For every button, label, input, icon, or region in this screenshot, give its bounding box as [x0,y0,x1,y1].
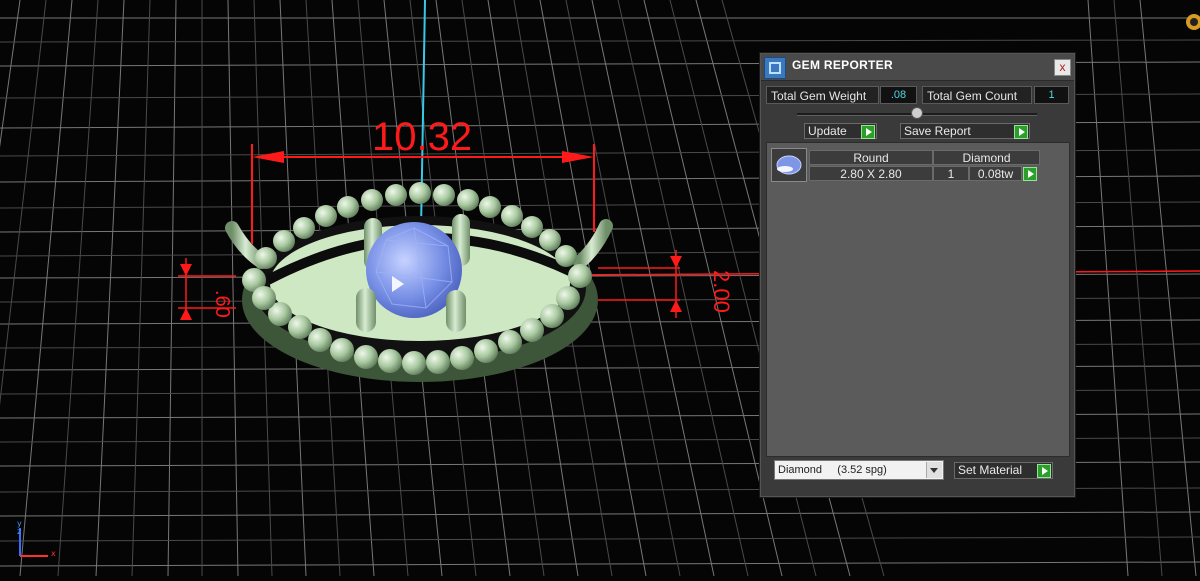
gem-reporter-panel: GEM REPORTER x Total Gem Weight .08 Tota… [760,53,1075,497]
axis-gizmo: y z x [17,519,56,558]
view-cube-icon[interactable] [1186,14,1200,30]
gem-shape-header: Round [809,150,933,165]
set-material-button[interactable]: Set Material [954,462,1053,479]
gem-reporter-app-icon [764,57,786,79]
update-go-icon [861,125,875,139]
gem-weight-cell: 0.08tw [969,166,1022,181]
gem-material-header: Diamond [933,150,1040,165]
dimension-left-label: .60 [211,290,233,318]
material-select-value: Diamond (3.52 spg) [778,464,887,476]
gem-size-cell: 2.80 X 2.80 [809,166,933,181]
save-report-go-icon [1014,125,1028,139]
gem-list[interactable]: Round Diamond 2.80 X 2.80 1 0.08tw [766,142,1070,457]
dimension-width-label: 10.32 [372,115,472,159]
axis-x-label: x [51,549,56,558]
gem-count-cell: 1 [933,166,969,181]
round-gem-thumbnail-icon[interactable] [771,148,807,182]
panel-title: GEM REPORTER [792,58,893,72]
dimension-right-label: 2.00 [709,270,734,313]
gem-row-go-icon[interactable] [1023,167,1037,181]
set-material-go-icon [1037,464,1051,478]
set-material-button-label: Set Material [958,463,1023,477]
panel-slider-knob[interactable] [911,107,923,119]
total-gem-count-label: Total Gem Count [922,86,1032,104]
save-report-button-label: Save Report [904,124,971,138]
close-button[interactable]: x [1054,59,1071,76]
update-button[interactable]: Update [804,123,877,139]
total-gem-weight-value: .08 [880,86,917,104]
axis-z-label: z [17,527,21,536]
save-report-button[interactable]: Save Report [900,123,1030,139]
total-gem-weight-label: Total Gem Weight [766,86,879,104]
panel-titlebar[interactable]: GEM REPORTER x [761,54,1074,81]
chevron-down-icon[interactable] [926,462,942,478]
update-button-label: Update [808,124,847,138]
material-select[interactable]: Diamond (3.52 spg) [774,460,944,480]
total-gem-count-value: 1 [1034,86,1069,104]
